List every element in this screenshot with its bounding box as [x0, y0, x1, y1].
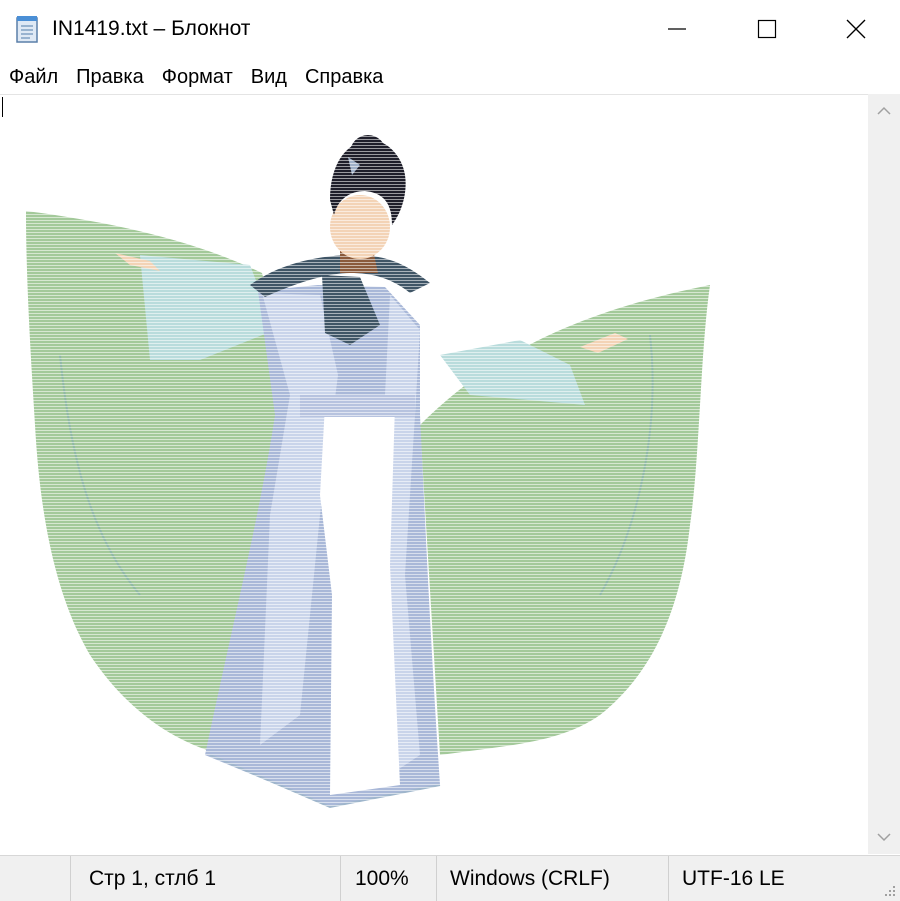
menu-help[interactable]: Справка [296, 65, 391, 89]
maximize-button[interactable] [722, 0, 812, 58]
title-bar[interactable]: IN1419.txt – Блокнот [0, 0, 900, 58]
menu-file[interactable]: Файл [0, 65, 66, 89]
minimize-icon [668, 28, 686, 30]
menu-format[interactable]: Формат [153, 65, 241, 89]
status-encoding: UTF-16 LE [668, 856, 900, 901]
window-title: IN1419.txt – Блокнот [52, 17, 251, 40]
resize-grip-icon[interactable] [883, 884, 897, 898]
close-icon [846, 19, 866, 39]
menu-bar: Файл Правка Формат Вид Справка [0, 60, 900, 94]
text-editor[interactable] [0, 94, 868, 855]
chevron-down-icon [877, 833, 891, 842]
status-cursor-position: Стр 1, стлб 1 [70, 856, 340, 901]
ascii-art-dancer [0, 95, 868, 855]
text-caret [2, 97, 3, 117]
status-zoom: 100% [340, 856, 436, 901]
scroll-up-button[interactable] [868, 94, 900, 128]
status-bar: Стр 1, стлб 1 100% Windows (CRLF) UTF-16… [0, 855, 900, 901]
vertical-scrollbar[interactable] [868, 94, 900, 854]
status-line-endings: Windows (CRLF) [436, 856, 668, 901]
menu-edit[interactable]: Правка [67, 65, 152, 89]
close-button[interactable] [812, 0, 900, 58]
chevron-up-icon [877, 106, 891, 115]
scroll-down-button[interactable] [868, 820, 900, 854]
minimize-button[interactable] [632, 0, 722, 58]
notepad-icon [16, 16, 38, 43]
menu-view[interactable]: Вид [242, 65, 295, 89]
maximize-icon [757, 19, 777, 39]
